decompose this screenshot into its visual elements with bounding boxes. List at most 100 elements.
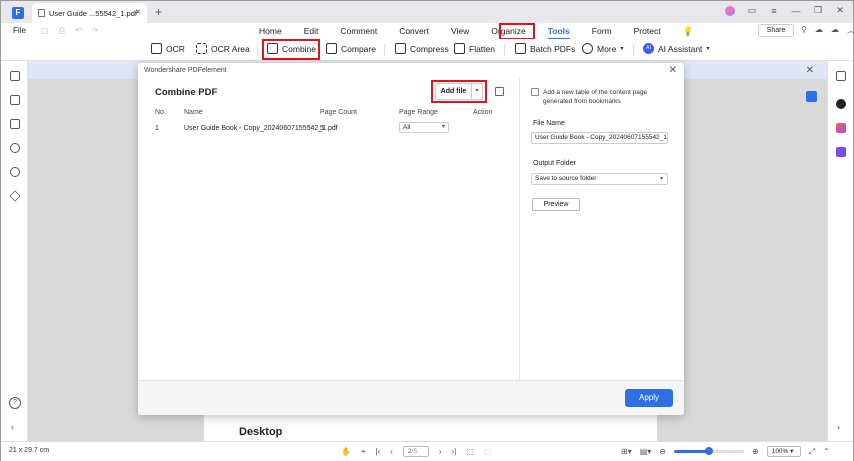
- more-button[interactable]: More ▾: [582, 43, 623, 54]
- right-sidebar: ›: [827, 61, 853, 441]
- page-range-select[interactable]: All ▾: [399, 122, 449, 133]
- column-header-action: Action: [473, 109, 493, 116]
- close-icon[interactable]: ✕: [806, 65, 814, 76]
- translate-icon[interactable]: [836, 123, 846, 133]
- menu-right-icons: ⚲ ☁ ☁ ︿: [801, 25, 854, 36]
- ocr-area-button[interactable]: OCR Area: [196, 43, 250, 54]
- apply-button[interactable]: Apply: [625, 389, 673, 407]
- ai-bot-icon[interactable]: [836, 99, 846, 109]
- flatten-button[interactable]: Flatten: [454, 43, 495, 54]
- layers-icon[interactable]: [9, 190, 21, 202]
- row-page-count: 5: [320, 125, 324, 132]
- hand-tool-icon[interactable]: ✋: [341, 447, 351, 456]
- avatar[interactable]: [725, 5, 735, 16]
- menu-form[interactable]: Form: [581, 26, 623, 37]
- zoom-slider-handle[interactable]: [705, 447, 713, 455]
- zoom-slider[interactable]: [674, 447, 744, 455]
- minimize-icon[interactable]: —: [791, 6, 801, 16]
- first-page-icon[interactable]: |‹: [375, 447, 380, 456]
- row-number: 1: [155, 125, 159, 132]
- menu-protect[interactable]: Protect: [623, 26, 672, 37]
- left-sidebar: ? ‹: [1, 61, 28, 441]
- lightbulb-icon[interactable]: 💡: [672, 26, 705, 37]
- fit-width-icon[interactable]: ▢: [484, 447, 492, 456]
- last-page-icon[interactable]: ›|: [452, 447, 457, 456]
- output-folder-select[interactable]: Save to source folder ▾: [531, 173, 668, 185]
- menu-edit[interactable]: Edit: [293, 26, 330, 37]
- more-label: More: [597, 43, 617, 54]
- ocr-button[interactable]: OCR: [151, 43, 185, 54]
- zoom-select[interactable]: 100% ▾: [766, 446, 801, 457]
- document-tab-title: User Guide ...55542_1.pdf: [49, 9, 137, 18]
- ai-check-icon[interactable]: [836, 147, 846, 157]
- save-icon[interactable]: ▢: [41, 26, 49, 36]
- chevron-right-icon[interactable]: ›: [837, 422, 840, 432]
- chevron-left-icon[interactable]: ‹: [11, 422, 14, 432]
- zoom-out-icon[interactable]: ⊖: [659, 447, 666, 456]
- chevron-down-icon: ▾: [441, 124, 445, 130]
- previous-page-icon[interactable]: ‹: [390, 447, 393, 456]
- menu-tools[interactable]: Tools: [537, 26, 581, 40]
- menu-comment[interactable]: Comment: [329, 26, 388, 37]
- batch-pdfs-button[interactable]: Batch PDFs: [515, 43, 575, 54]
- panel-toggle-icon[interactable]: [806, 91, 817, 102]
- menu-convert[interactable]: Convert: [388, 26, 440, 37]
- preview-button[interactable]: Preview: [532, 198, 580, 211]
- print-icon[interactable]: ⎙: [59, 26, 65, 36]
- bookmark-icon[interactable]: [10, 95, 20, 105]
- close-tab-icon[interactable]: ×: [135, 7, 141, 18]
- menu-view[interactable]: View: [440, 26, 480, 37]
- clear-list-icon[interactable]: [495, 87, 504, 96]
- page-layout-icon[interactable]: ⊞▾: [621, 447, 632, 456]
- restore-icon[interactable]: ❐: [813, 5, 823, 16]
- fit-page-icon[interactable]: ⬚: [466, 447, 474, 456]
- page-size-readout: 21 x 29.7 cm: [9, 447, 50, 454]
- share-button[interactable]: Share: [758, 24, 794, 37]
- message-icon[interactable]: ▭: [747, 5, 757, 16]
- menu-icon[interactable]: ≡: [769, 6, 779, 16]
- collapse-icon[interactable]: ⌃: [823, 447, 830, 456]
- cloud-upload-icon[interactable]: ☁: [815, 25, 823, 36]
- file-name-input[interactable]: User Guide Book - Copy_20240607155542_1_…: [531, 132, 668, 144]
- menu-home[interactable]: Home: [248, 26, 293, 37]
- close-window-icon[interactable]: ✕: [835, 5, 845, 16]
- batch-pdfs-label: Batch PDFs: [530, 43, 576, 54]
- compare-button[interactable]: Compare: [326, 43, 376, 54]
- dialog-footer: Apply: [138, 380, 684, 415]
- view-mode-icon[interactable]: ▤▾: [640, 447, 652, 456]
- compare-label: Compare: [341, 43, 376, 54]
- window-controls: ▭ ≡ — ❐ ✕: [725, 5, 845, 16]
- ai-assistant-button[interactable]: AI AI Assistant ▾: [643, 43, 709, 54]
- page-number-input[interactable]: 2/5: [402, 446, 429, 457]
- comment-icon[interactable]: [10, 119, 20, 129]
- chevron-up-icon[interactable]: ︿: [847, 25, 854, 36]
- redo-icon[interactable]: ↷: [92, 26, 99, 36]
- cloud-icon[interactable]: ☁: [831, 25, 839, 36]
- attachment-icon[interactable]: [10, 143, 20, 153]
- plus-icon[interactable]: +: [155, 5, 162, 19]
- compress-button[interactable]: Compress: [395, 43, 449, 54]
- file-menu[interactable]: File: [13, 26, 26, 35]
- toc-checkbox[interactable]: [531, 88, 539, 96]
- zoom-slider-fill: [674, 450, 709, 453]
- select-tool-icon[interactable]: ⌖: [361, 447, 366, 457]
- output-folder-value: Save to source folder: [535, 175, 597, 182]
- batch-icon: [515, 43, 526, 54]
- more-icon: [582, 43, 593, 54]
- file-list-panel: [138, 78, 518, 380]
- document-tab[interactable]: User Guide ...55542_1.pdf ×: [32, 3, 147, 23]
- zoom-controls: ⊞▾ ▤▾ ⊖ ⊕ 100% ▾ ⤢ ⌃: [621, 446, 830, 457]
- combine-pdf-dialog: Wondershare PDFelement ✕ Combine PDF Add…: [138, 63, 684, 415]
- undo-icon[interactable]: ↶: [75, 26, 82, 36]
- connect-icon[interactable]: ⚲: [801, 25, 807, 36]
- tools-toolbar: OCR OCR Area Combine Compare Compress Fl…: [1, 39, 853, 61]
- search-icon[interactable]: [10, 167, 20, 177]
- close-dialog-icon[interactable]: ✕: [669, 65, 677, 76]
- output-folder-label: Output Folder: [533, 160, 576, 167]
- next-page-icon[interactable]: ›: [439, 447, 442, 456]
- zoom-in-icon[interactable]: ⊕: [752, 447, 759, 456]
- properties-icon[interactable]: [836, 71, 846, 81]
- page-thumbnail-icon[interactable]: [10, 71, 20, 81]
- help-icon[interactable]: ?: [9, 397, 21, 409]
- fullscreen-icon[interactable]: ⤢: [809, 447, 815, 457]
